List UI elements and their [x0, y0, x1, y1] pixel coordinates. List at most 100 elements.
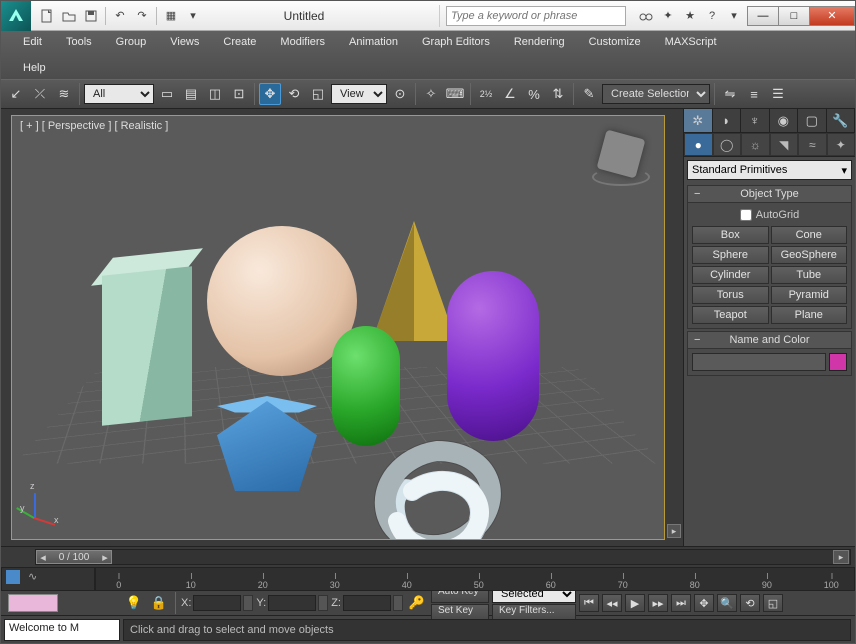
- cameras-subtab-icon[interactable]: ◥: [770, 133, 799, 156]
- menu-animation[interactable]: Animation: [337, 32, 410, 52]
- select-icon[interactable]: ▭: [156, 83, 178, 105]
- select-scale-icon[interactable]: ◱: [307, 83, 329, 105]
- goto-end-icon[interactable]: ⏭: [671, 594, 691, 612]
- menu-customize[interactable]: Customize: [577, 32, 653, 52]
- object-color-swatch[interactable]: [829, 353, 847, 371]
- geometry-subtab-icon[interactable]: ●: [684, 133, 713, 156]
- edit-named-sel-icon[interactable]: ✎: [578, 83, 600, 105]
- menu-modifiers[interactable]: Modifiers: [268, 32, 337, 52]
- maxscript-listener[interactable]: Welcome to M: [4, 619, 120, 641]
- open-icon[interactable]: [59, 6, 79, 26]
- viewport-expand-button[interactable]: ▸: [667, 524, 681, 538]
- selection-lock-icon[interactable]: 🔒: [148, 592, 170, 614]
- plane-button[interactable]: Plane: [771, 306, 848, 324]
- select-region-icon[interactable]: ◫: [204, 83, 226, 105]
- menu-graph-editors[interactable]: Graph Editors: [410, 32, 502, 52]
- time-slider-track[interactable]: ◂ 0 / 100 ▸ ▸: [35, 549, 851, 565]
- maximize-button[interactable]: □: [778, 6, 810, 26]
- key-icon[interactable]: 🔑: [406, 592, 428, 614]
- unlink-icon[interactable]: ⤫: [29, 83, 51, 105]
- utilities-tab-icon[interactable]: 🔧: [827, 109, 856, 132]
- teapot-button[interactable]: Teapot: [692, 306, 769, 324]
- menu-views[interactable]: Views: [158, 32, 211, 52]
- spacewarps-subtab-icon[interactable]: ✦: [827, 133, 856, 156]
- menu-rendering[interactable]: Rendering: [502, 32, 577, 52]
- link-icon[interactable]: ↙: [5, 83, 27, 105]
- cone-button[interactable]: Cone: [771, 226, 848, 244]
- x-coord-input[interactable]: [193, 595, 241, 611]
- close-button[interactable]: ✕: [809, 6, 855, 26]
- name-color-rollout-header[interactable]: −Name and Color: [687, 331, 852, 349]
- sphere-button[interactable]: Sphere: [692, 246, 769, 264]
- torus-knot-object[interactable]: [352, 436, 522, 540]
- help-dropdown-icon[interactable]: ▾: [724, 6, 744, 26]
- keyboard-shortcut-icon[interactable]: ⌨: [444, 83, 466, 105]
- motion-tab-icon[interactable]: ◉: [770, 109, 799, 132]
- autogrid-checkbox[interactable]: [740, 209, 752, 221]
- redo-icon[interactable]: ↷: [132, 6, 152, 26]
- spinner-snap-icon[interactable]: ⇅: [547, 83, 569, 105]
- binoculars-icon[interactable]: [636, 6, 656, 26]
- angle-snap-icon[interactable]: ∠: [499, 83, 521, 105]
- project-icon[interactable]: ▦: [161, 6, 181, 26]
- mirror-icon[interactable]: ⇋: [719, 83, 741, 105]
- z-spinner[interactable]: [393, 595, 403, 611]
- selection-filter-dropdown[interactable]: All: [84, 84, 154, 104]
- geosphere-button[interactable]: GeoSphere: [771, 246, 848, 264]
- track-curve-icon[interactable]: ∿: [28, 570, 37, 583]
- nav-orbit-icon[interactable]: ⟲: [740, 594, 760, 612]
- capsule-green-object[interactable]: [332, 326, 400, 446]
- y-spinner[interactable]: [318, 595, 328, 611]
- lock-icon[interactable]: 💡: [123, 592, 145, 614]
- align-icon[interactable]: ≡: [743, 83, 765, 105]
- communication-icon[interactable]: ✦: [658, 6, 678, 26]
- lights-subtab-icon[interactable]: ☼: [741, 133, 770, 156]
- menu-help[interactable]: Help: [11, 58, 58, 78]
- nav-zoom-icon[interactable]: 🔍: [717, 594, 737, 612]
- track-mini-icon[interactable]: [6, 570, 20, 584]
- qat-dropdown-icon[interactable]: ▾: [183, 6, 203, 26]
- cylinder-button[interactable]: Cylinder: [692, 266, 769, 284]
- menu-tools[interactable]: Tools: [54, 32, 104, 52]
- tube-button[interactable]: Tube: [771, 266, 848, 284]
- hierarchy-tab-icon[interactable]: ♆: [741, 109, 770, 132]
- helpers-subtab-icon[interactable]: ≈: [798, 133, 827, 156]
- use-center-icon[interactable]: ⊙: [389, 83, 411, 105]
- snap-toggle-icon[interactable]: 2½: [475, 83, 497, 105]
- select-move-icon[interactable]: ✥: [259, 83, 281, 105]
- create-tab-icon[interactable]: ✲: [684, 109, 713, 132]
- z-coord-input[interactable]: [343, 595, 391, 611]
- y-coord-input[interactable]: [268, 595, 316, 611]
- nav-pan-icon[interactable]: ✥: [694, 594, 714, 612]
- layers-icon[interactable]: ☰: [767, 83, 789, 105]
- next-frame-icon[interactable]: ▸▸: [648, 594, 668, 612]
- nav-max-icon[interactable]: ◱: [763, 594, 783, 612]
- viewport[interactable]: [ + ] [ Perspective ] [ Realistic ]: [11, 115, 665, 540]
- search-input[interactable]: [446, 6, 626, 26]
- undo-icon[interactable]: ↶: [110, 6, 130, 26]
- object-type-rollout-header[interactable]: −Object Type: [687, 185, 852, 203]
- menu-group[interactable]: Group: [104, 32, 159, 52]
- menu-maxscript[interactable]: MAXScript: [653, 32, 729, 52]
- shapes-subtab-icon[interactable]: ◯: [713, 133, 742, 156]
- prev-frame-icon[interactable]: ◂◂: [602, 594, 622, 612]
- named-selection-dropdown[interactable]: Create Selection Se: [602, 84, 710, 104]
- menu-edit[interactable]: Edit: [11, 32, 54, 52]
- goto-start-icon[interactable]: ⏮: [579, 594, 599, 612]
- manipulate-icon[interactable]: ✧: [420, 83, 442, 105]
- select-name-icon[interactable]: ▤: [180, 83, 202, 105]
- category-dropdown[interactable]: Standard Primitives▾: [687, 160, 852, 180]
- track-ruler[interactable]: 0 10 20 30 40 50 60 70 80 90 100: [95, 567, 855, 591]
- save-icon[interactable]: [81, 6, 101, 26]
- display-tab-icon[interactable]: ▢: [798, 109, 827, 132]
- torus-button[interactable]: Torus: [692, 286, 769, 304]
- play-icon[interactable]: ▶: [625, 594, 645, 612]
- ref-coord-dropdown[interactable]: View: [331, 84, 387, 104]
- bind-icon[interactable]: ≋: [53, 83, 75, 105]
- percent-snap-icon[interactable]: %: [523, 83, 545, 105]
- object-name-input[interactable]: [692, 353, 826, 371]
- time-slider-thumb[interactable]: ◂ 0 / 100 ▸: [36, 550, 112, 564]
- window-crossing-icon[interactable]: ⊡: [228, 83, 250, 105]
- favorites-icon[interactable]: ★: [680, 6, 700, 26]
- capsule-purple-object[interactable]: [447, 271, 539, 441]
